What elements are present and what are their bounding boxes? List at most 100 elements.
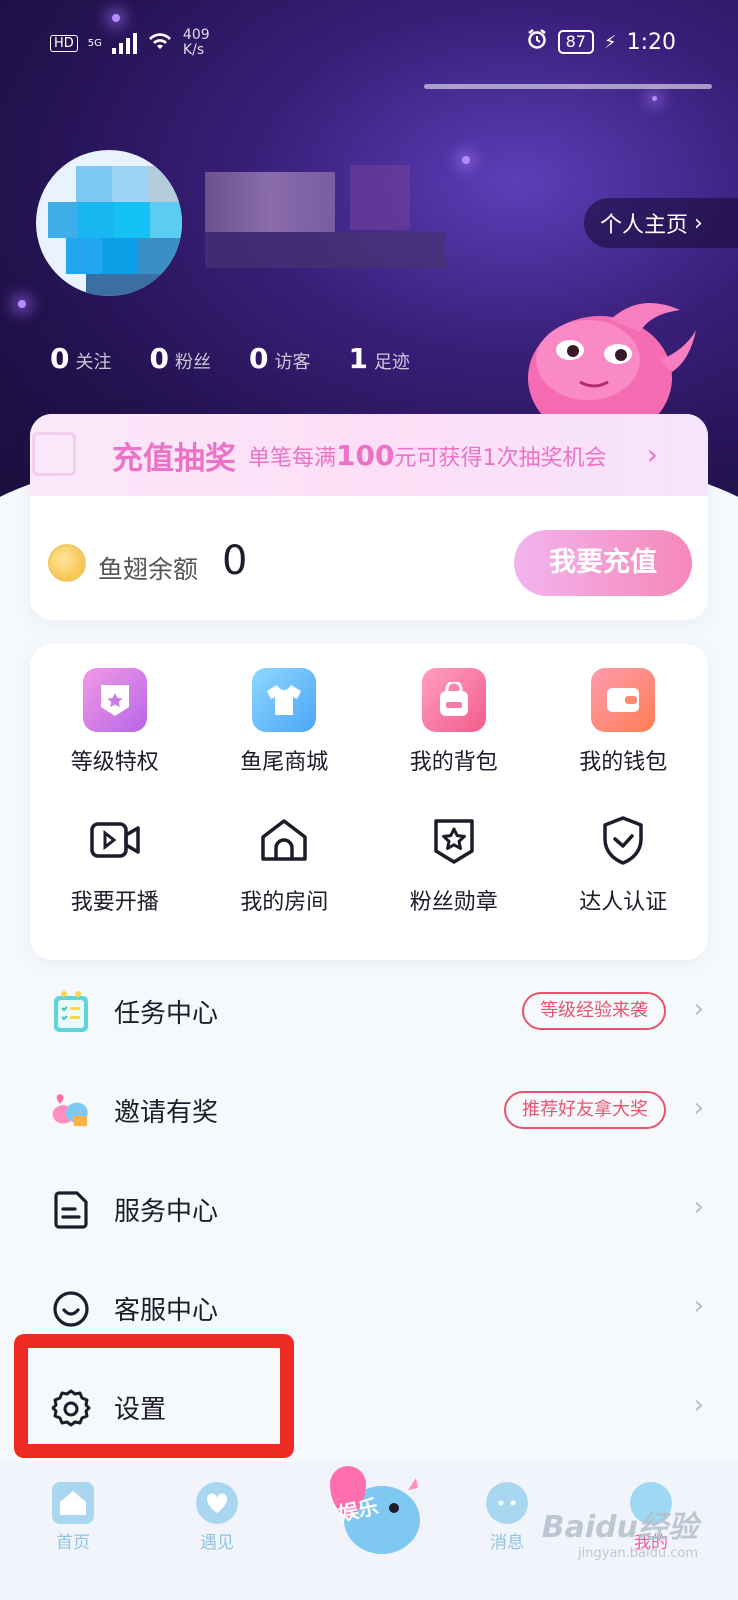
- grid-item-backpack[interactable]: 我的背包: [369, 668, 539, 776]
- invite-fish-icon: [50, 1090, 92, 1132]
- gift-icon: [32, 432, 76, 476]
- net-speed-value: 409: [182, 27, 210, 43]
- watermark-url: jingyan.baidu.com: [578, 1546, 698, 1561]
- stat-visitors[interactable]: 0 访客: [249, 342, 310, 375]
- sparkle: [462, 156, 470, 164]
- recharge-button[interactable]: 我要充值: [514, 530, 692, 596]
- task-list-icon: [50, 990, 92, 1033]
- grid-item-go-live[interactable]: 我要开播: [30, 808, 200, 916]
- signal-icon: [111, 32, 137, 54]
- grid-item-label: 我要开播: [70, 890, 159, 915]
- tab-meet[interactable]: 遇见: [172, 1482, 262, 1553]
- chevron-right-icon: ›: [693, 1291, 704, 1321]
- signal-label: 5G: [87, 37, 102, 49]
- grid-item-fan-badge[interactable]: 粉丝勋章: [369, 808, 539, 916]
- tab-home[interactable]: 首页: [28, 1482, 118, 1553]
- network-label: HD: [50, 34, 78, 52]
- chevron-right-icon: ›: [646, 438, 658, 471]
- username-blurred: [350, 165, 410, 230]
- grid-item-label: 鱼尾商城: [240, 750, 329, 775]
- tab-messages[interactable]: 消息: [462, 1482, 552, 1553]
- shop-icon: [252, 668, 317, 732]
- stat-value: 0: [248, 342, 269, 375]
- menu-item-label: 邀请有奖: [114, 1098, 219, 1128]
- homepage-button-label: 个人主页: [600, 213, 689, 238]
- video-camera-icon: [83, 808, 147, 872]
- tab-label: 遇见: [200, 1533, 234, 1553]
- document-icon: [50, 1189, 92, 1231]
- wallet-icon: [591, 668, 656, 732]
- home-indicator: [424, 84, 712, 89]
- stat-label: 粉丝: [174, 352, 211, 373]
- grid-item-my-room[interactable]: 我的房间: [200, 808, 370, 916]
- grid-item-label: 达人认证: [579, 890, 668, 915]
- lottery-desc-pre: 单笔每满: [248, 445, 337, 471]
- badge-star-icon: [422, 808, 486, 872]
- grid-item-wallet[interactable]: 我的钱包: [539, 668, 709, 776]
- promo-tag: 等级经验来袭: [522, 992, 666, 1030]
- stat-label: 关注: [75, 352, 112, 373]
- menu-item-invite[interactable]: 邀请有奖 推荐好友拿大奖 ›: [0, 1061, 738, 1160]
- tab-entertainment[interactable]: 娱乐: [298, 1450, 428, 1570]
- level-privilege-icon: [82, 668, 147, 732]
- grid-item-verification[interactable]: 达人认证: [539, 808, 709, 916]
- user-id-blurred: [205, 232, 445, 268]
- stat-value: 1: [348, 342, 368, 375]
- lottery-title: 充值抽奖: [112, 440, 236, 477]
- balance-label: 鱼翅余额: [98, 555, 199, 584]
- stat-value: 0: [149, 342, 169, 375]
- username-blurred: [205, 172, 335, 232]
- menu-item-label: 客服中心: [114, 1296, 219, 1326]
- battery-level: 87: [557, 30, 594, 54]
- menu-item-label: 任务中心: [114, 999, 219, 1029]
- lottery-desc-post: 元可获得1次抽奖机会: [394, 445, 607, 471]
- heart-tab-icon: [196, 1482, 238, 1524]
- home-icon: [252, 808, 316, 872]
- chevron-right-icon: ›: [693, 1390, 704, 1420]
- homepage-button[interactable]: 个人主页 ›: [584, 198, 738, 248]
- baidu-watermark: Baidu经验 jingyan.baidu.com: [542, 1502, 698, 1561]
- tab-label: 首页: [56, 1533, 90, 1553]
- sparkle: [652, 96, 657, 101]
- tab-label: 消息: [490, 1533, 524, 1553]
- sparkle: [18, 300, 26, 308]
- menu-item-service-center[interactable]: 服务中心 ›: [0, 1160, 738, 1259]
- stat-footprints[interactable]: 1 足迹: [348, 342, 409, 375]
- grid-item-label: 我的背包: [409, 750, 498, 775]
- chevron-right-icon: ›: [693, 994, 704, 1024]
- settings-highlight-annotation: [14, 1334, 294, 1458]
- coin-icon: [48, 544, 86, 582]
- lottery-description: 单笔每满100元可获得1次抽奖机会: [248, 439, 606, 472]
- chevron-right-icon: ›: [693, 1192, 704, 1222]
- lottery-amount: 100: [336, 438, 395, 472]
- shield-check-icon: [591, 808, 655, 872]
- stat-fans[interactable]: 0 粉丝: [149, 342, 210, 375]
- charging-icon: ⚡: [603, 31, 617, 53]
- avatar[interactable]: [36, 150, 182, 296]
- stat-label: 足迹: [373, 352, 410, 373]
- grid-item-label: 我的房间: [240, 890, 329, 915]
- menu-item-task-center[interactable]: 任务中心 等级经验来袭 ›: [0, 962, 738, 1061]
- profile-stats: 0 关注 0 粉丝 0 访客 1 足迹: [50, 342, 410, 375]
- stat-following[interactable]: 0 关注: [50, 342, 111, 375]
- promo-tag: 推荐好友拿大奖: [504, 1091, 666, 1129]
- stat-value: 0: [50, 342, 70, 375]
- net-speed: 409 K/s: [183, 28, 210, 58]
- grid-item-level-privilege[interactable]: 等级特权: [30, 668, 200, 776]
- chevron-right-icon: ›: [693, 1093, 704, 1123]
- grid-item-shop[interactable]: 鱼尾商城: [200, 668, 370, 776]
- grid-item-label: 粉丝勋章: [409, 890, 498, 915]
- backpack-icon: [421, 668, 486, 732]
- grid-item-label: 等级特权: [70, 750, 159, 775]
- recharge-lottery-banner[interactable]: 充值抽奖 单笔每满100元可获得1次抽奖机会 ›: [30, 414, 708, 496]
- chevron-right-icon: ›: [694, 210, 703, 236]
- watermark-brand: Baidu经验: [541, 1510, 698, 1545]
- bottom-nav: 首页 遇见 娱乐 消息 我的 Baidu经验 jingyan.baidu.com: [0, 1462, 738, 1600]
- grid-item-label: 我的钱包: [579, 750, 668, 775]
- feature-grid-card: 等级特权 鱼尾商城 我的背包 我的钱包 我要开播 我的房间 粉丝勋章 达人认证: [30, 644, 708, 960]
- stat-label: 访客: [274, 352, 311, 373]
- menu-item-label: 服务中心: [114, 1197, 219, 1227]
- clock: 1:20: [626, 29, 676, 55]
- balance-value: 0: [222, 538, 248, 584]
- net-speed-unit: K/s: [182, 42, 205, 58]
